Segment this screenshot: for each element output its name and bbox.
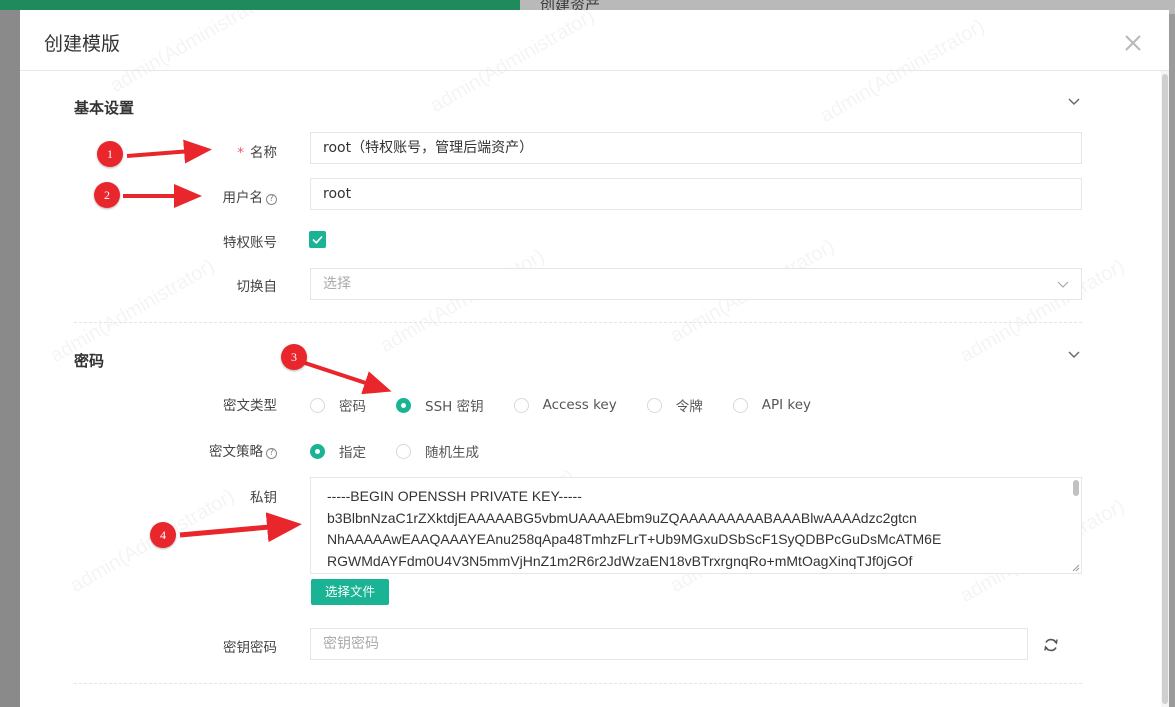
- section-divider: [74, 683, 1082, 684]
- annotation-marker-3: 3: [281, 344, 307, 370]
- secret-type-radio-group: 密码 SSH 密钥 Access key 令牌 API key: [310, 395, 841, 415]
- name-label-text: 名称: [250, 145, 277, 161]
- radio-label: Access key: [542, 397, 617, 413]
- secret-type-label: 密文类型: [223, 398, 277, 414]
- radio-dot: [396, 443, 411, 459]
- radio-label: API key: [761, 397, 812, 413]
- radio-label: 密码: [339, 399, 366, 415]
- textarea-scrollbar[interactable]: [1073, 480, 1079, 496]
- key-line: -----BEGIN OPENSSH PRIVATE KEY-----: [327, 488, 582, 504]
- choose-file-button[interactable]: 选择文件: [311, 579, 390, 605]
- section-divider: [74, 322, 1082, 323]
- secret-strategy-label-text: 密文策略: [209, 444, 263, 460]
- chevron-down-icon[interactable]: [1067, 95, 1081, 109]
- background-left: [0, 10, 20, 707]
- privileged-label: 特权账号: [223, 235, 277, 251]
- radio-specify[interactable]: 指定: [310, 441, 366, 461]
- chevron-down-icon[interactable]: [1067, 348, 1081, 362]
- chevron-down-icon: [1057, 281, 1069, 288]
- annotation-marker-4: 4: [150, 522, 176, 548]
- radio-dot: [310, 397, 325, 413]
- username-label-text: 用户名: [222, 190, 264, 206]
- annotation-marker-2: 2: [94, 182, 120, 208]
- modal-header: 创建模版: [20, 10, 1169, 71]
- passphrase-label: 密钥密码: [223, 640, 277, 656]
- section-title-basic: 基本设置: [74, 99, 135, 117]
- radio-label: SSH 密钥: [425, 399, 484, 415]
- switch-from-placeholder: 选择: [323, 276, 351, 292]
- radio-random[interactable]: 随机生成: [396, 441, 479, 461]
- passphrase-input[interactable]: 密钥密码: [310, 628, 1028, 660]
- radio-ssh-key[interactable]: SSH 密钥: [396, 395, 484, 415]
- radio-dot: [310, 443, 325, 459]
- key-line: NhAAAAAwEAAQAAAYEAnu258qApa48TmhzFLrT+Ub…: [327, 531, 942, 547]
- radio-label: 令牌: [675, 399, 703, 415]
- help-icon[interactable]: ?: [266, 448, 277, 459]
- create-template-modal: admin(Administrator) admin(Administrator…: [20, 10, 1169, 707]
- radio-dot: [646, 397, 662, 413]
- switch-from-label: 切换自: [236, 279, 278, 295]
- help-icon[interactable]: ?: [266, 194, 277, 205]
- private-key-label: 私钥: [250, 490, 277, 506]
- private-key-textarea[interactable]: -----BEGIN OPENSSH PRIVATE KEY----- b3Blb…: [310, 477, 1082, 574]
- radio-token[interactable]: 令牌: [646, 395, 703, 415]
- radio-api-key[interactable]: API key: [732, 397, 812, 413]
- radio-password[interactable]: 密码: [310, 395, 366, 415]
- radio-label: 指定: [339, 445, 366, 461]
- name-input[interactable]: root（特权账号，管理后端资产）: [310, 132, 1082, 164]
- watermark: admin(Administrator): [377, 245, 549, 358]
- radio-dot: [513, 397, 529, 413]
- key-line: b3BlbnNzaC1rZXktdjEAAAAABG5vbmUAAAAEbm9u…: [327, 509, 917, 526]
- modal-scrollbar-thumb[interactable]: [1162, 74, 1168, 704]
- radio-label: 随机生成: [425, 445, 479, 461]
- required-asterisk: *: [237, 145, 244, 161]
- close-icon[interactable]: [1123, 33, 1143, 53]
- username-input[interactable]: root: [310, 178, 1082, 210]
- key-line: RGWMdAYFdm0U4V3N5mmVjHnZ1m2R6r2JdWzaEN18…: [327, 552, 913, 569]
- secret-strategy-label: 密文策略?: [77, 440, 277, 460]
- radio-access-key[interactable]: Access key: [513, 397, 617, 413]
- modal-title: 创建模版: [44, 33, 121, 55]
- check-icon: [312, 235, 323, 244]
- refresh-icon[interactable]: [1043, 637, 1059, 653]
- annotation-marker-1: 1: [97, 141, 123, 167]
- switch-from-select[interactable]: 选择: [310, 268, 1082, 300]
- resize-grip-icon[interactable]: [1072, 564, 1080, 572]
- watermark: admin(Administrator): [47, 255, 219, 368]
- secret-strategy-radio-group: 指定 随机生成: [310, 441, 509, 461]
- radio-dot: [732, 397, 748, 413]
- background-topbar: [0, 0, 520, 10]
- radio-dot: [396, 397, 411, 413]
- section-title-secret: 密码: [74, 352, 105, 370]
- privileged-checkbox[interactable]: [309, 231, 326, 248]
